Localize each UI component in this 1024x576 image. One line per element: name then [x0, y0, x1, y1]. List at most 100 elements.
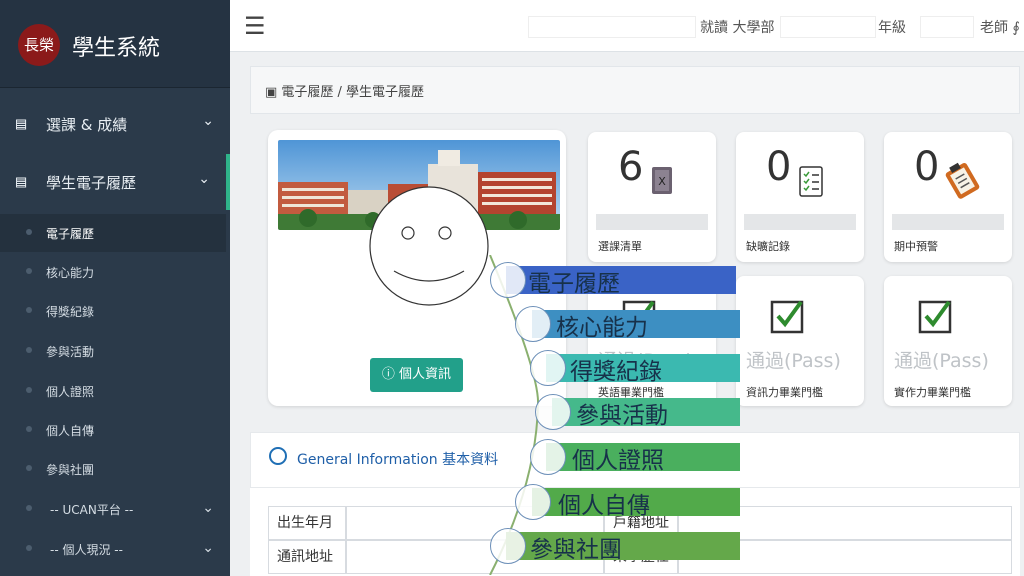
timeline-label: 得獎紀錄: [570, 359, 662, 385]
menu-eportfolio[interactable]: ▤ 學生電子履歷 ⌄: [0, 154, 230, 210]
brand-header: 長榮 學生系統: [0, 0, 230, 88]
bullet-icon: [26, 505, 32, 511]
table-label: 出生年月: [268, 506, 346, 540]
top-bar: ☰ 就讀 大學部 年級 老師 ∮: [230, 0, 1024, 52]
card-band: [744, 214, 856, 230]
grade-label: 年級: [878, 20, 906, 36]
bullet-icon: [26, 426, 32, 432]
sidebar-item-label: 電子履歷: [46, 227, 95, 241]
sidebar-item-status[interactable]: -- 個人現況 -- ⌄: [0, 530, 226, 568]
card-caption: 缺曠記錄: [746, 240, 790, 253]
course-count: 6: [618, 144, 644, 190]
sidebar-item-label: 個人自傳: [46, 424, 95, 438]
timeline-label: 電子履歷: [528, 271, 620, 297]
stat-card-absence[interactable]: 0 缺曠記錄: [736, 132, 864, 262]
sidebar-item-label: 參與活動: [46, 345, 95, 359]
sidebar-item-label: 核心能力: [46, 266, 95, 280]
chevron-down-icon: ⌄: [202, 113, 214, 129]
clipboard-icon: [945, 162, 980, 199]
sidebar-item-core-ability[interactable]: 核心能力: [0, 253, 226, 291]
sidebar-item-autobiography[interactable]: 個人自傳: [0, 411, 226, 449]
sidebar-item-label: 得獎紀錄: [46, 305, 95, 319]
sidebar-item-activities[interactable]: 參與活動: [0, 332, 226, 370]
hamburger-menu-icon[interactable]: ☰: [244, 14, 266, 38]
bullet-icon: [26, 229, 32, 235]
sidebar-item-awards[interactable]: 得獎紀錄: [0, 292, 226, 330]
id-card-icon: ▤: [16, 114, 27, 134]
timeline-item[interactable]: 得獎紀錄: [0, 350, 740, 386]
absence-count: 0: [766, 144, 792, 190]
warning-count: 0: [914, 144, 940, 190]
timeline-item[interactable]: 參與活動: [0, 394, 740, 430]
timeline-label: 核心能力: [556, 315, 648, 341]
bullet-icon: [26, 307, 32, 313]
grade-field: [920, 16, 974, 38]
dept-field: [780, 16, 876, 38]
pass-card-practical[interactable]: 通過(Pass) 實作力畢業門檻: [884, 276, 1012, 406]
timeline-item[interactable]: 電子履歷: [0, 262, 736, 298]
card-caption: 選課清單: [598, 240, 642, 253]
sidebar-item-clubs[interactable]: 參與社團: [0, 450, 226, 488]
timeline-label: 參與社團: [530, 537, 622, 563]
sidebar-item-label: 個人證照: [46, 385, 95, 399]
chevron-down-icon: ⌄: [198, 171, 210, 187]
card-caption: 期中預警: [894, 240, 938, 253]
svg-text:X: X: [658, 175, 666, 188]
pass-status: 通過(Pass): [894, 350, 989, 372]
breadcrumb-bar: ▣ 電子履歷 / 學生電子履歷: [250, 66, 1020, 114]
card-caption: 實作力畢業門檻: [894, 386, 971, 399]
timeline-item[interactable]: 參與社團: [0, 528, 740, 564]
timeline-label: 參與活動: [576, 403, 668, 429]
sidebar-item-ucan[interactable]: -- UCAN平台 -- ⌄: [0, 490, 226, 528]
checklist-icon: [799, 166, 823, 197]
bullet-icon: [26, 268, 32, 274]
chevron-down-icon: ⌄: [202, 540, 214, 556]
sidebar-item-label: -- UCAN平台 --: [50, 503, 134, 517]
bullet-icon: [26, 347, 32, 353]
dept-label: 就讀 大學部: [700, 20, 775, 36]
pass-status: 通過(Pass): [746, 350, 841, 372]
checkbox-checked-icon: [770, 300, 804, 334]
chevron-down-icon: ⌄: [202, 500, 214, 516]
sidebar: 長榮 學生系統 ▤ 選課 & 成績 ⌄ ▤ 學生電子履歷 ⌄ 電子履歷 核心能力…: [0, 0, 230, 576]
bullet-icon: [26, 465, 32, 471]
pass-card-it[interactable]: 通過(Pass) 資訊力畢業門檻: [736, 276, 864, 406]
timeline-label: 個人自傳: [558, 493, 650, 519]
card-caption: 資訊力畢業門檻: [746, 386, 823, 399]
timeline-label: 個人證照: [572, 448, 664, 474]
student-name-field: [528, 16, 696, 38]
timeline-item[interactable]: 個人證照: [0, 439, 740, 475]
school-logo: 長榮: [18, 24, 60, 66]
stat-card-midterm-warning[interactable]: 0 期中預警: [884, 132, 1012, 262]
timeline-circle: [490, 528, 526, 564]
breadcrumb: ▣ 電子履歷 / 學生電子履歷: [265, 85, 425, 100]
general-info-title: General Information 基本資料: [297, 452, 499, 468]
menu-course-grades[interactable]: ▤ 選課 & 成績 ⌄: [0, 96, 230, 152]
timeline-circle: [535, 394, 571, 430]
sidebar-item-eportfolio[interactable]: 電子履歷: [0, 214, 226, 252]
teacher-label: 老師 ∮: [980, 20, 1020, 36]
id-card-icon: ▤: [16, 172, 27, 192]
stat-card-course-list[interactable]: 6 X 選課清單: [588, 132, 716, 262]
personal-info-button[interactable]: ⓘ 個人資訊: [370, 358, 463, 392]
book-icon: X: [652, 167, 672, 194]
timeline-circle: [515, 306, 551, 342]
timeline-circle: [515, 484, 551, 520]
user-circle-icon: [269, 447, 287, 465]
timeline-circle: [530, 439, 566, 475]
menu-label: 選課 & 成績: [46, 116, 128, 134]
menu-label: 學生電子履歷: [46, 174, 137, 192]
table-label: 通訊地址: [268, 540, 346, 574]
timeline-item[interactable]: 個人自傳: [0, 484, 740, 520]
card-band: [892, 214, 1004, 230]
sidebar-item-label: 參與社團: [46, 463, 95, 477]
bullet-icon: [26, 545, 32, 551]
bullet-icon: [26, 387, 32, 393]
smiley-face-drawing: [369, 186, 489, 306]
checkbox-checked-icon: [918, 300, 952, 334]
card-band: [596, 214, 708, 230]
timeline-item[interactable]: 核心能力: [0, 306, 740, 342]
timeline-circle: [490, 262, 526, 298]
timeline-circle: [530, 350, 566, 386]
sidebar-item-certificates[interactable]: 個人證照: [0, 372, 226, 410]
